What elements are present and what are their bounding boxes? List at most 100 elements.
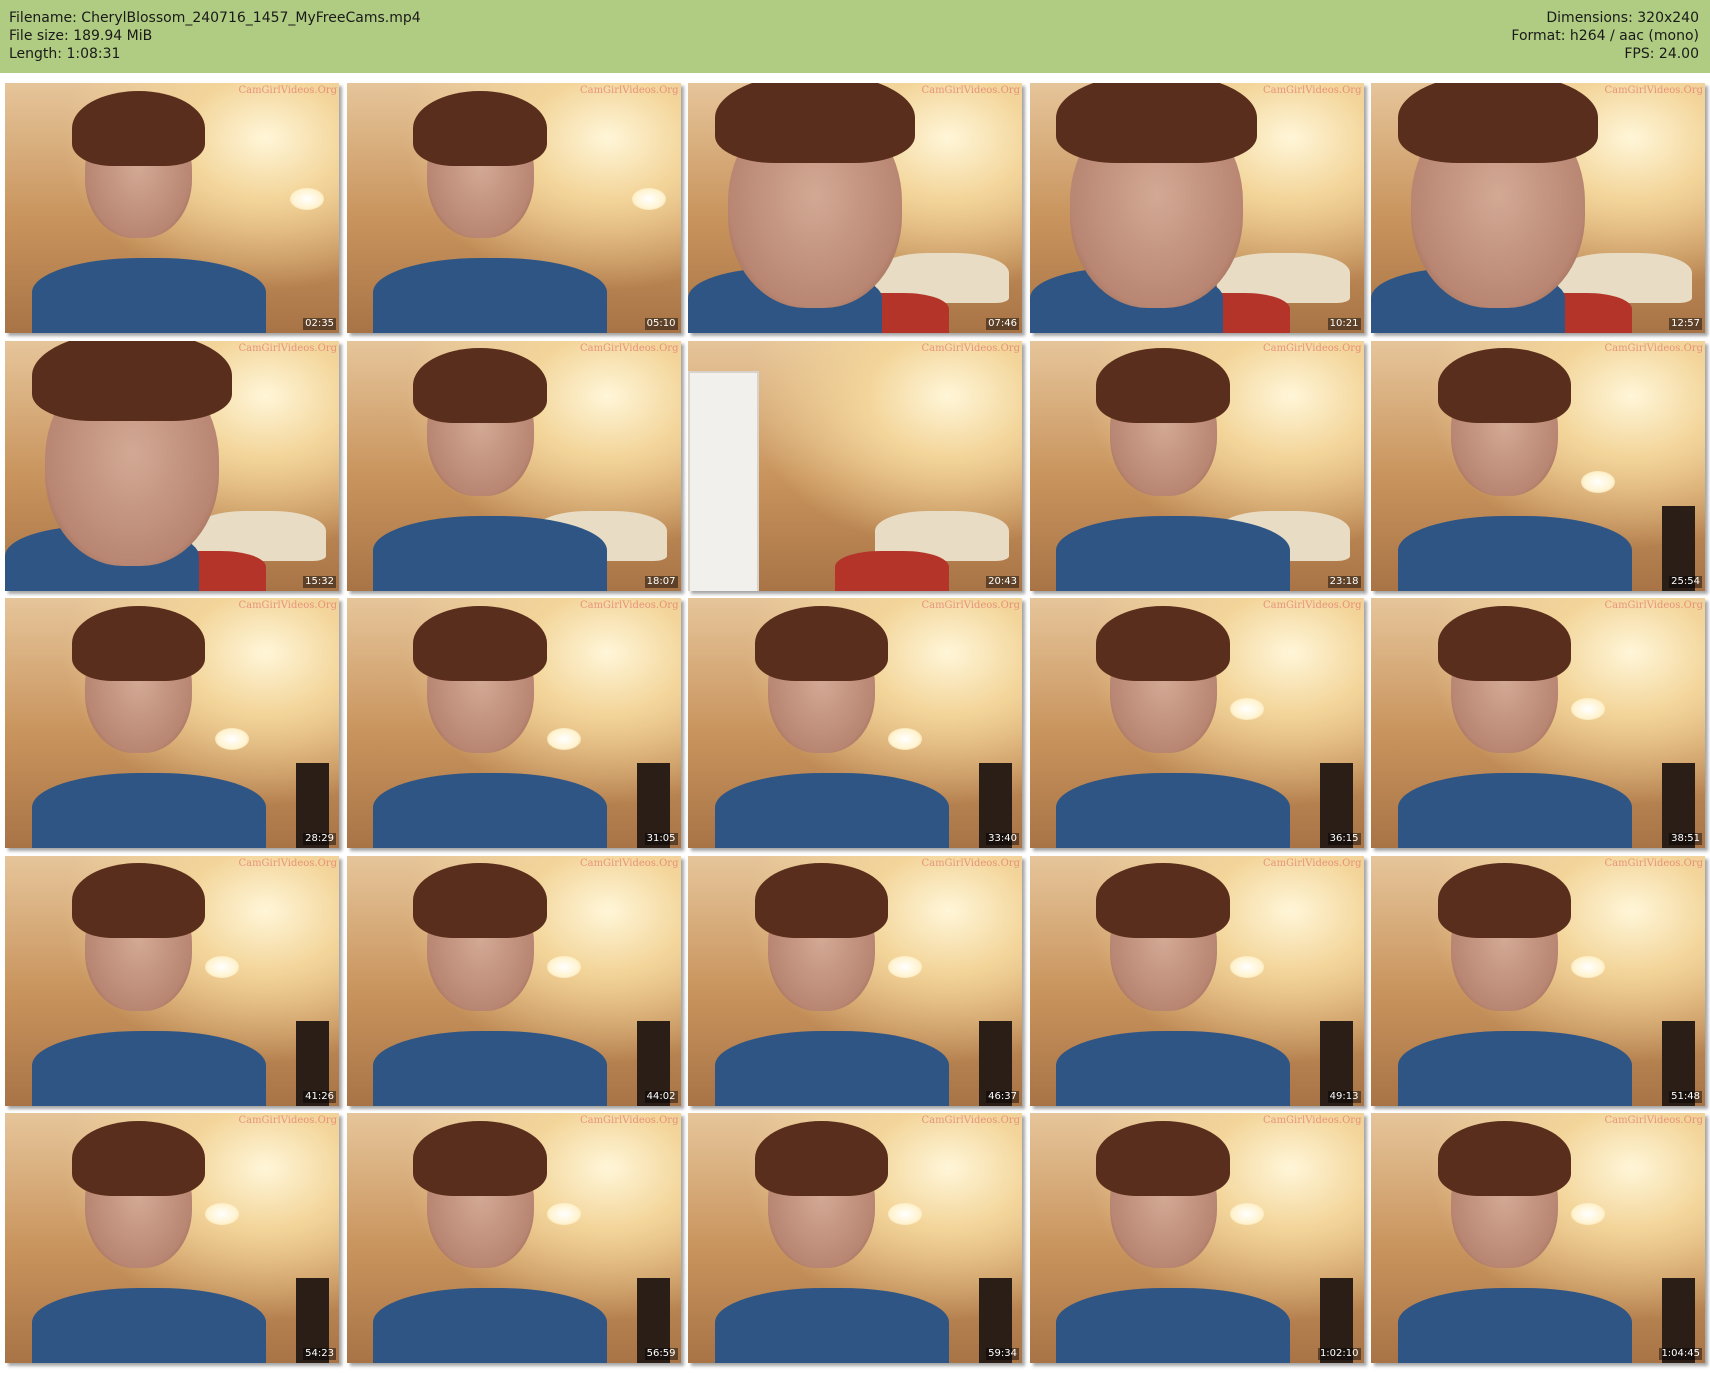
person-hair — [71, 863, 206, 938]
watermark: CamGirlVideos.Org — [579, 85, 679, 96]
timestamp-label: 56:59 — [644, 1348, 678, 1360]
video-thumbnail[interactable]: CamGirlVideos.Org 12:57 — [1371, 83, 1705, 333]
person-hair — [413, 90, 547, 166]
person-shirt — [714, 1030, 949, 1106]
lamp-glow — [546, 728, 581, 750]
person-shirt — [373, 773, 608, 848]
watermark: CamGirlVideos.Org — [921, 342, 1020, 354]
filename-label: Filename: CherylBlossom_240716_1457_MyFr… — [9, 10, 421, 26]
person-hair — [71, 90, 206, 166]
timestamp-label: 1:02:10 — [1317, 1348, 1361, 1360]
person-hair — [1096, 348, 1230, 423]
person-hair — [413, 1120, 547, 1196]
watermark: CamGirlVideos.Org — [1604, 85, 1703, 96]
person-shirt — [1397, 515, 1632, 591]
video-thumbnail[interactable]: CamGirlVideos.Org 49:13 — [1029, 855, 1364, 1106]
person-shirt — [1056, 515, 1291, 591]
timestamp-label: 38:51 — [1669, 833, 1702, 845]
watermark: CamGirlVideos.Org — [238, 342, 337, 354]
watermark: CamGirlVideos.Org — [238, 1115, 337, 1126]
video-thumbnail[interactable]: CamGirlVideos.Org 1:02:10 — [1029, 1113, 1364, 1363]
video-thumbnail[interactable]: CamGirlVideos.Org 23:18 — [1029, 340, 1364, 591]
video-thumbnail[interactable]: CamGirlVideos.Org 54:23 — [5, 1113, 339, 1363]
watermark: CamGirlVideos.Org — [1262, 600, 1362, 611]
timestamp-label: 36:15 — [1327, 833, 1361, 845]
person-shirt — [1397, 773, 1632, 848]
person-hair — [1096, 1120, 1230, 1196]
file-info-right: Dimensions: 320x240 Format: h264 / aac (… — [1511, 9, 1699, 63]
person-hair — [1096, 605, 1230, 681]
person-shirt — [1056, 1030, 1291, 1106]
timestamp-label: 51:48 — [1669, 1090, 1702, 1103]
person-shirt — [1397, 1288, 1632, 1363]
video-thumbnail[interactable]: CamGirlVideos.Org 46:37 — [688, 855, 1022, 1106]
red-cushion — [834, 550, 949, 591]
lamp-glow — [215, 728, 249, 750]
timestamp-label: 28:29 — [303, 833, 336, 845]
timestamp-label: 41:26 — [303, 1090, 336, 1103]
video-thumbnail[interactable]: CamGirlVideos.Org 44:02 — [346, 855, 681, 1106]
lamp-glow — [1229, 698, 1264, 720]
video-thumbnail[interactable]: CamGirlVideos.Org 59:34 — [688, 1113, 1022, 1363]
timestamp-label: 02:35 — [303, 318, 336, 330]
person-hair — [413, 348, 547, 423]
person-shirt — [714, 773, 949, 848]
lamp-glow — [1229, 1203, 1264, 1225]
lamp-glow — [1581, 470, 1615, 493]
lamp-glow — [1571, 698, 1605, 720]
person-shirt — [1056, 773, 1291, 848]
watermark: CamGirlVideos.Org — [1604, 342, 1703, 354]
watermark: CamGirlVideos.Org — [1262, 342, 1362, 354]
person-hair — [71, 1120, 206, 1196]
lamp-glow — [888, 1203, 922, 1225]
watermark: CamGirlVideos.Org — [579, 1115, 679, 1126]
person-hair — [413, 863, 547, 938]
person-shirt — [373, 1030, 608, 1106]
video-thumbnail[interactable]: CamGirlVideos.Org 25:54 — [1371, 340, 1705, 591]
video-thumbnail[interactable]: CamGirlVideos.Org 05:10 — [346, 83, 681, 333]
lamp-glow — [205, 1203, 239, 1225]
watermark: CamGirlVideos.Org — [921, 600, 1020, 611]
person-shirt — [31, 1030, 266, 1106]
video-thumbnail[interactable]: CamGirlVideos.Org 18:07 — [346, 340, 681, 591]
video-thumbnail[interactable]: CamGirlVideos.Org 33:40 — [688, 598, 1022, 848]
lamp-glow — [1229, 955, 1264, 978]
person-hair — [413, 605, 547, 681]
video-thumbnail[interactable]: CamGirlVideos.Org 41:26 — [5, 855, 339, 1106]
watermark: CamGirlVideos.Org — [1604, 857, 1703, 869]
watermark: CamGirlVideos.Org — [921, 85, 1020, 96]
video-thumbnail[interactable]: CamGirlVideos.Org 28:29 — [5, 598, 339, 848]
watermark: CamGirlVideos.Org — [1262, 857, 1362, 869]
fps-label: FPS: 24.00 — [1624, 46, 1699, 62]
video-thumbnail[interactable]: CamGirlVideos.Org 15:32 — [5, 340, 339, 591]
lamp-glow — [888, 955, 922, 978]
timestamp-label: 23:18 — [1327, 575, 1361, 588]
video-thumbnail[interactable]: CamGirlVideos.Org 51:48 — [1371, 855, 1705, 1106]
person-hair — [1437, 348, 1572, 423]
watermark: CamGirlVideos.Org — [1604, 600, 1703, 611]
video-thumbnail[interactable]: CamGirlVideos.Org 02:35 — [5, 83, 339, 333]
person-shirt — [1056, 1288, 1291, 1363]
timestamp-label: 20:43 — [986, 575, 1019, 588]
length-label: Length: 1:08:31 — [9, 46, 121, 62]
video-thumbnail[interactable]: CamGirlVideos.Org 56:59 — [346, 1113, 681, 1363]
timestamp-label: 46:37 — [986, 1090, 1019, 1103]
lamp-glow — [631, 188, 666, 210]
video-thumbnail[interactable]: CamGirlVideos.Org 31:05 — [346, 598, 681, 848]
watermark: CamGirlVideos.Org — [579, 857, 679, 869]
format-label: Format: h264 / aac (mono) — [1511, 28, 1699, 44]
dimensions-label: Dimensions: 320x240 — [1546, 10, 1699, 26]
person-hair — [1056, 83, 1257, 163]
video-thumbnail[interactable]: CamGirlVideos.Org 10:21 — [1029, 83, 1364, 333]
video-thumbnail[interactable]: CamGirlVideos.Org 20:43 — [688, 340, 1022, 591]
video-thumbnail[interactable]: CamGirlVideos.Org 07:46 — [688, 83, 1022, 333]
video-thumbnail[interactable]: CamGirlVideos.Org 38:51 — [1371, 598, 1705, 848]
timestamp-label: 05:10 — [644, 318, 678, 330]
person-shirt — [31, 258, 266, 333]
watermark: CamGirlVideos.Org — [1262, 85, 1362, 96]
video-thumbnail[interactable]: CamGirlVideos.Org 1:04:45 — [1371, 1113, 1705, 1363]
timestamp-label: 18:07 — [644, 575, 678, 588]
video-thumbnail[interactable]: CamGirlVideos.Org 36:15 — [1029, 598, 1364, 848]
watermark: CamGirlVideos.Org — [1262, 1115, 1362, 1126]
watermark: CamGirlVideos.Org — [238, 85, 337, 96]
